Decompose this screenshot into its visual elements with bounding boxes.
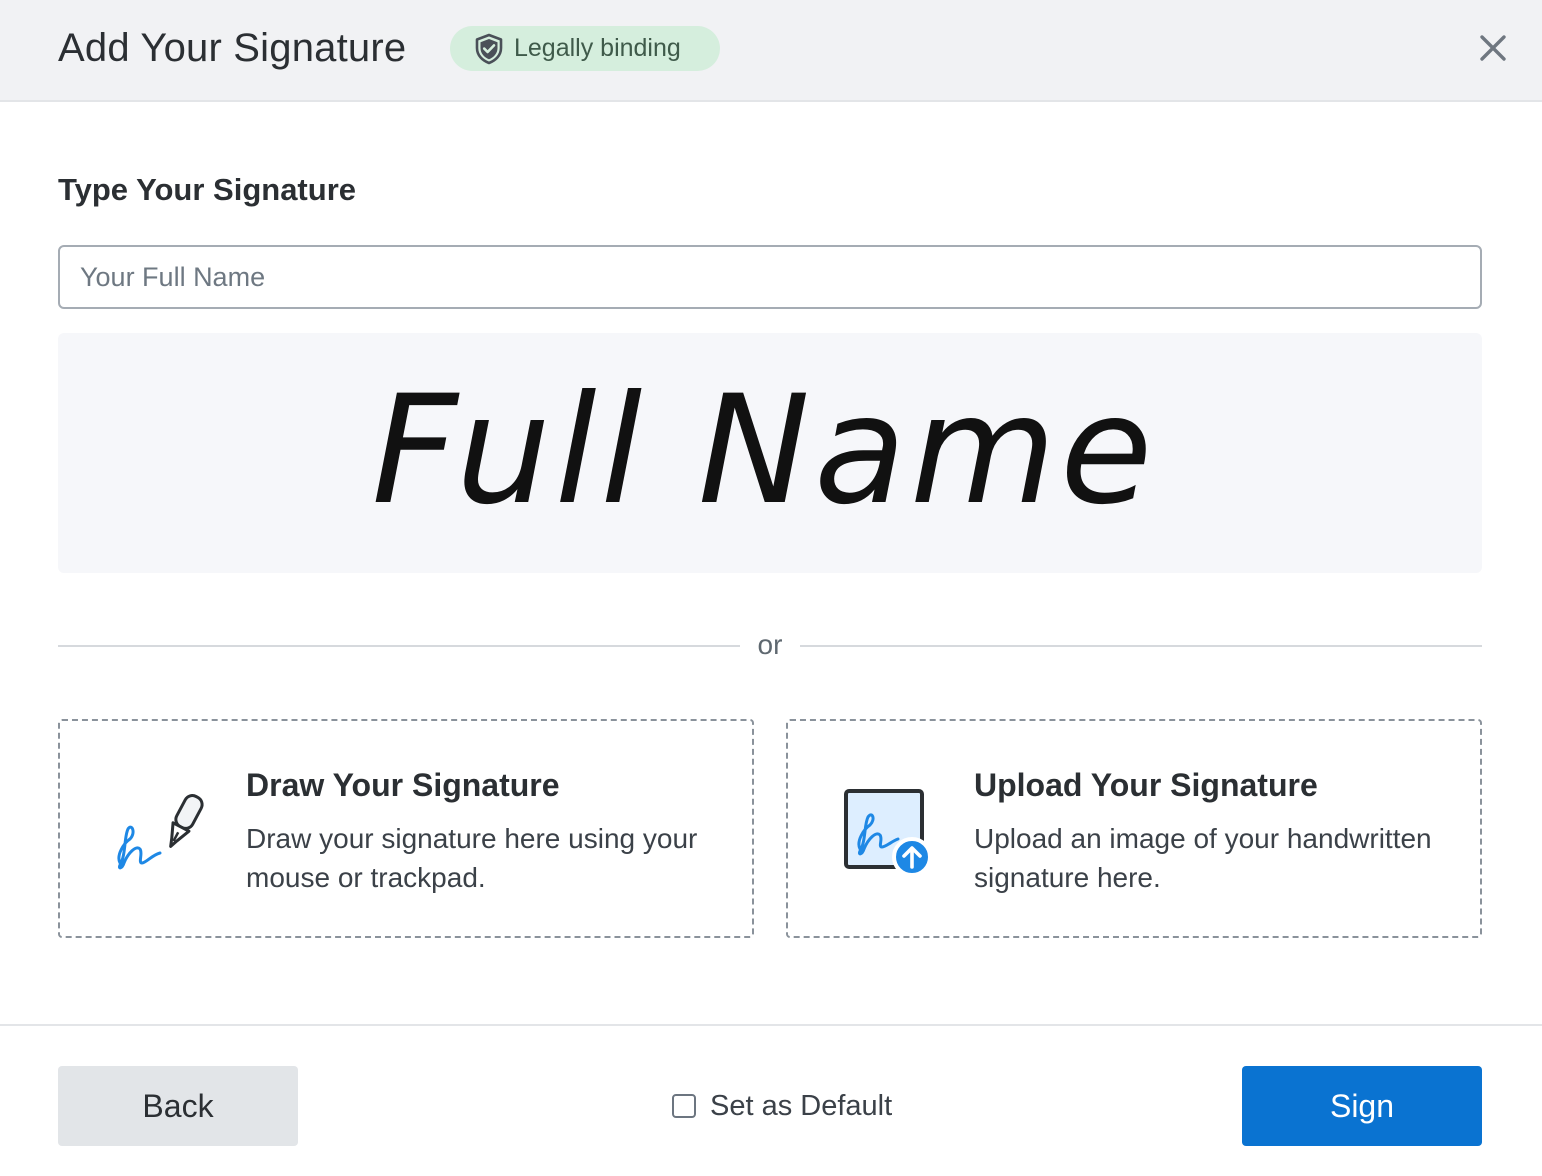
modal-title: Add Your Signature	[58, 26, 407, 70]
close-icon	[1480, 35, 1506, 61]
signature-preview-text: Full Name	[371, 364, 1157, 538]
signature-preview: Full Name	[58, 333, 1482, 573]
sign-button[interactable]: Sign	[1242, 1066, 1482, 1146]
draw-signature-option[interactable]: Draw Your Signature Draw your signature …	[58, 719, 754, 938]
back-button[interactable]: Back	[58, 1066, 298, 1146]
type-signature-heading: Type Your Signature	[58, 172, 356, 207]
footer-divider	[0, 1024, 1542, 1026]
badge-label: Legally binding	[514, 34, 681, 62]
shield-check-icon	[474, 33, 504, 65]
signature-modal: Add Your Signature Legally binding Type …	[0, 0, 1542, 1176]
draw-signature-description: Draw your signature here using your mous…	[246, 823, 698, 893]
pen-signature-icon	[110, 783, 210, 883]
set-default-toggle[interactable]: Set as Default	[672, 1088, 892, 1124]
divider-line-left	[58, 645, 740, 647]
upload-signature-title: Upload Your Signature	[974, 767, 1318, 803]
set-default-label: Set as Default	[710, 1089, 893, 1122]
upload-signature-option[interactable]: Upload Your Signature Upload an image of…	[786, 719, 1482, 938]
upload-signature-description: Upload an image of your handwritten sign…	[974, 823, 1432, 893]
modal-header: Add Your Signature Legally binding	[0, 0, 1542, 102]
full-name-input[interactable]	[58, 245, 1482, 309]
set-default-checkbox[interactable]	[672, 1094, 696, 1118]
upload-signature-icon	[838, 783, 938, 883]
close-button[interactable]	[1472, 27, 1514, 69]
legally-binding-badge: Legally binding	[450, 26, 720, 71]
draw-signature-title: Draw Your Signature	[246, 767, 560, 803]
divider-line-right	[800, 645, 1482, 647]
divider-or-label: or	[757, 629, 783, 660]
